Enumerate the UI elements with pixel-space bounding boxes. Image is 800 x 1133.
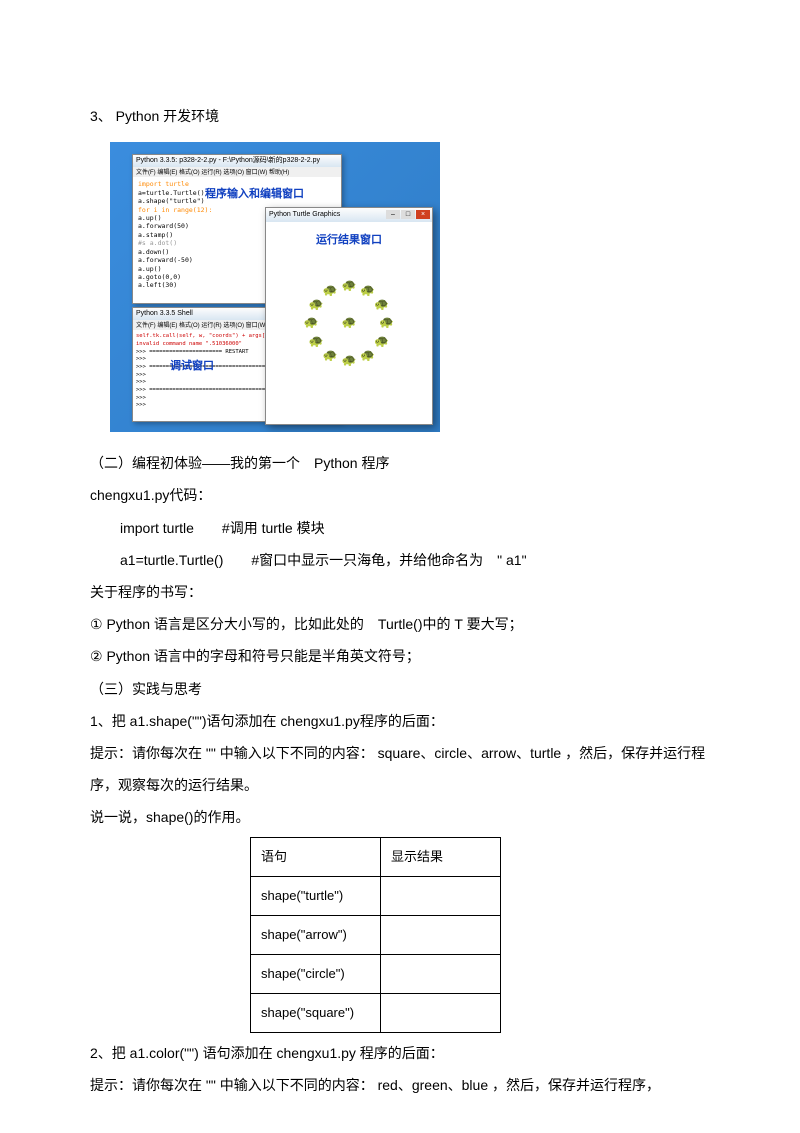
code-line-2: a1=turtle.Turtle() #窗口中显示一只海龟，并给他命名为 " a… — [90, 544, 710, 576]
editor-menubar: 文件(F) 编辑(E) 格式(O) 运行(R) 选项(O) 窗口(W) 帮助(H… — [133, 167, 341, 177]
code-filename: chengxu1.py代码： — [90, 479, 710, 511]
close-icon: × — [416, 210, 430, 219]
graphics-window: Python Turtle Graphics – □ × 运行结果窗口 🐢 🐢🐢… — [265, 207, 433, 425]
writing-title: 关于程序的书写： — [90, 576, 710, 608]
ide-screenshot: Python 3.3.5: p328-2-2.py - F:\Python源码\… — [110, 142, 440, 432]
graphics-titlebar: Python Turtle Graphics – □ × — [266, 208, 432, 222]
table-row: 语句 显示结果 — [251, 838, 501, 877]
editor-titlebar: Python 3.3.5: p328-2-2.py - F:\Python源码\… — [133, 155, 341, 167]
section-3b-title: （三）实践与思考 — [90, 673, 710, 705]
turtle-icon: 🐢 — [374, 291, 389, 319]
table-row: shape("arrow") — [251, 916, 501, 955]
shell-label: 调试窗口 — [170, 354, 214, 379]
turtle-ring: 🐢 🐢🐢🐢🐢🐢🐢🐢🐢🐢🐢🐢🐢 — [304, 278, 394, 368]
section-2-title: （二）编程初体验——我的第一个 Python 程序 — [90, 447, 710, 479]
table-cell — [381, 955, 501, 994]
table-row: shape("square") — [251, 994, 501, 1033]
minimize-icon: – — [386, 210, 400, 219]
practice-2: 2、把 a1.color("") 语句添加在 chengxu1.py 程序的后面… — [90, 1037, 710, 1069]
writing-rule-2: ② Python 语言中的字母和符号只能是半角英文符号； — [90, 640, 710, 672]
turtle-icon: 🐢 — [323, 342, 338, 370]
table-cell: shape("arrow") — [251, 916, 381, 955]
table-cell — [381, 877, 501, 916]
turtle-icon: 🐢 — [342, 310, 357, 338]
table-cell — [381, 994, 501, 1033]
window-buttons: – □ × — [386, 210, 430, 219]
table-cell: shape("turtle") — [251, 877, 381, 916]
turtle-icon: 🐢 — [360, 342, 375, 370]
table-cell — [381, 916, 501, 955]
table-row: shape("turtle") — [251, 877, 501, 916]
code-line-1: import turtle #调用 turtle 模块 — [90, 512, 710, 544]
table-header-2: 显示结果 — [381, 838, 501, 877]
table-row: shape("circle") — [251, 955, 501, 994]
maximize-icon: □ — [401, 210, 415, 219]
practice-1-question: 说一说，shape()的作用。 — [90, 801, 710, 833]
table-cell: shape("circle") — [251, 955, 381, 994]
turtle-icon: 🐢 — [374, 329, 389, 357]
practice-2-hint: 提示：请你每次在 "" 中输入以下不同的内容： red、green、blue ，… — [90, 1069, 710, 1101]
turtle-icon: 🐢 — [342, 347, 357, 375]
turtle-icon: 🐢 — [309, 291, 324, 319]
table-cell: shape("square") — [251, 994, 381, 1033]
editor-label: 程序输入和编辑窗口 — [205, 182, 304, 207]
table-header-1: 语句 — [251, 838, 381, 877]
turtle-icon: 🐢 — [323, 277, 338, 305]
practice-1-hint: 提示：请你每次在 "" 中输入以下不同的内容： square、circle、ar… — [90, 737, 710, 801]
graphics-label: 运行结果窗口 — [266, 228, 432, 253]
turtle-icon: 🐢 — [342, 272, 357, 300]
turtle-icon: 🐢 — [360, 277, 375, 305]
section-3-title: 3、 Python 开发环境 — [90, 100, 710, 132]
practice-1: 1、把 a1.shape("")语句添加在 chengxu1.py程序的后面： — [90, 705, 710, 737]
shape-table: 语句 显示结果 shape("turtle") shape("arrow") s… — [250, 837, 501, 1032]
writing-rule-1: ① Python 语言是区分大小写的，比如此处的 Turtle()中的 T 要大… — [90, 608, 710, 640]
